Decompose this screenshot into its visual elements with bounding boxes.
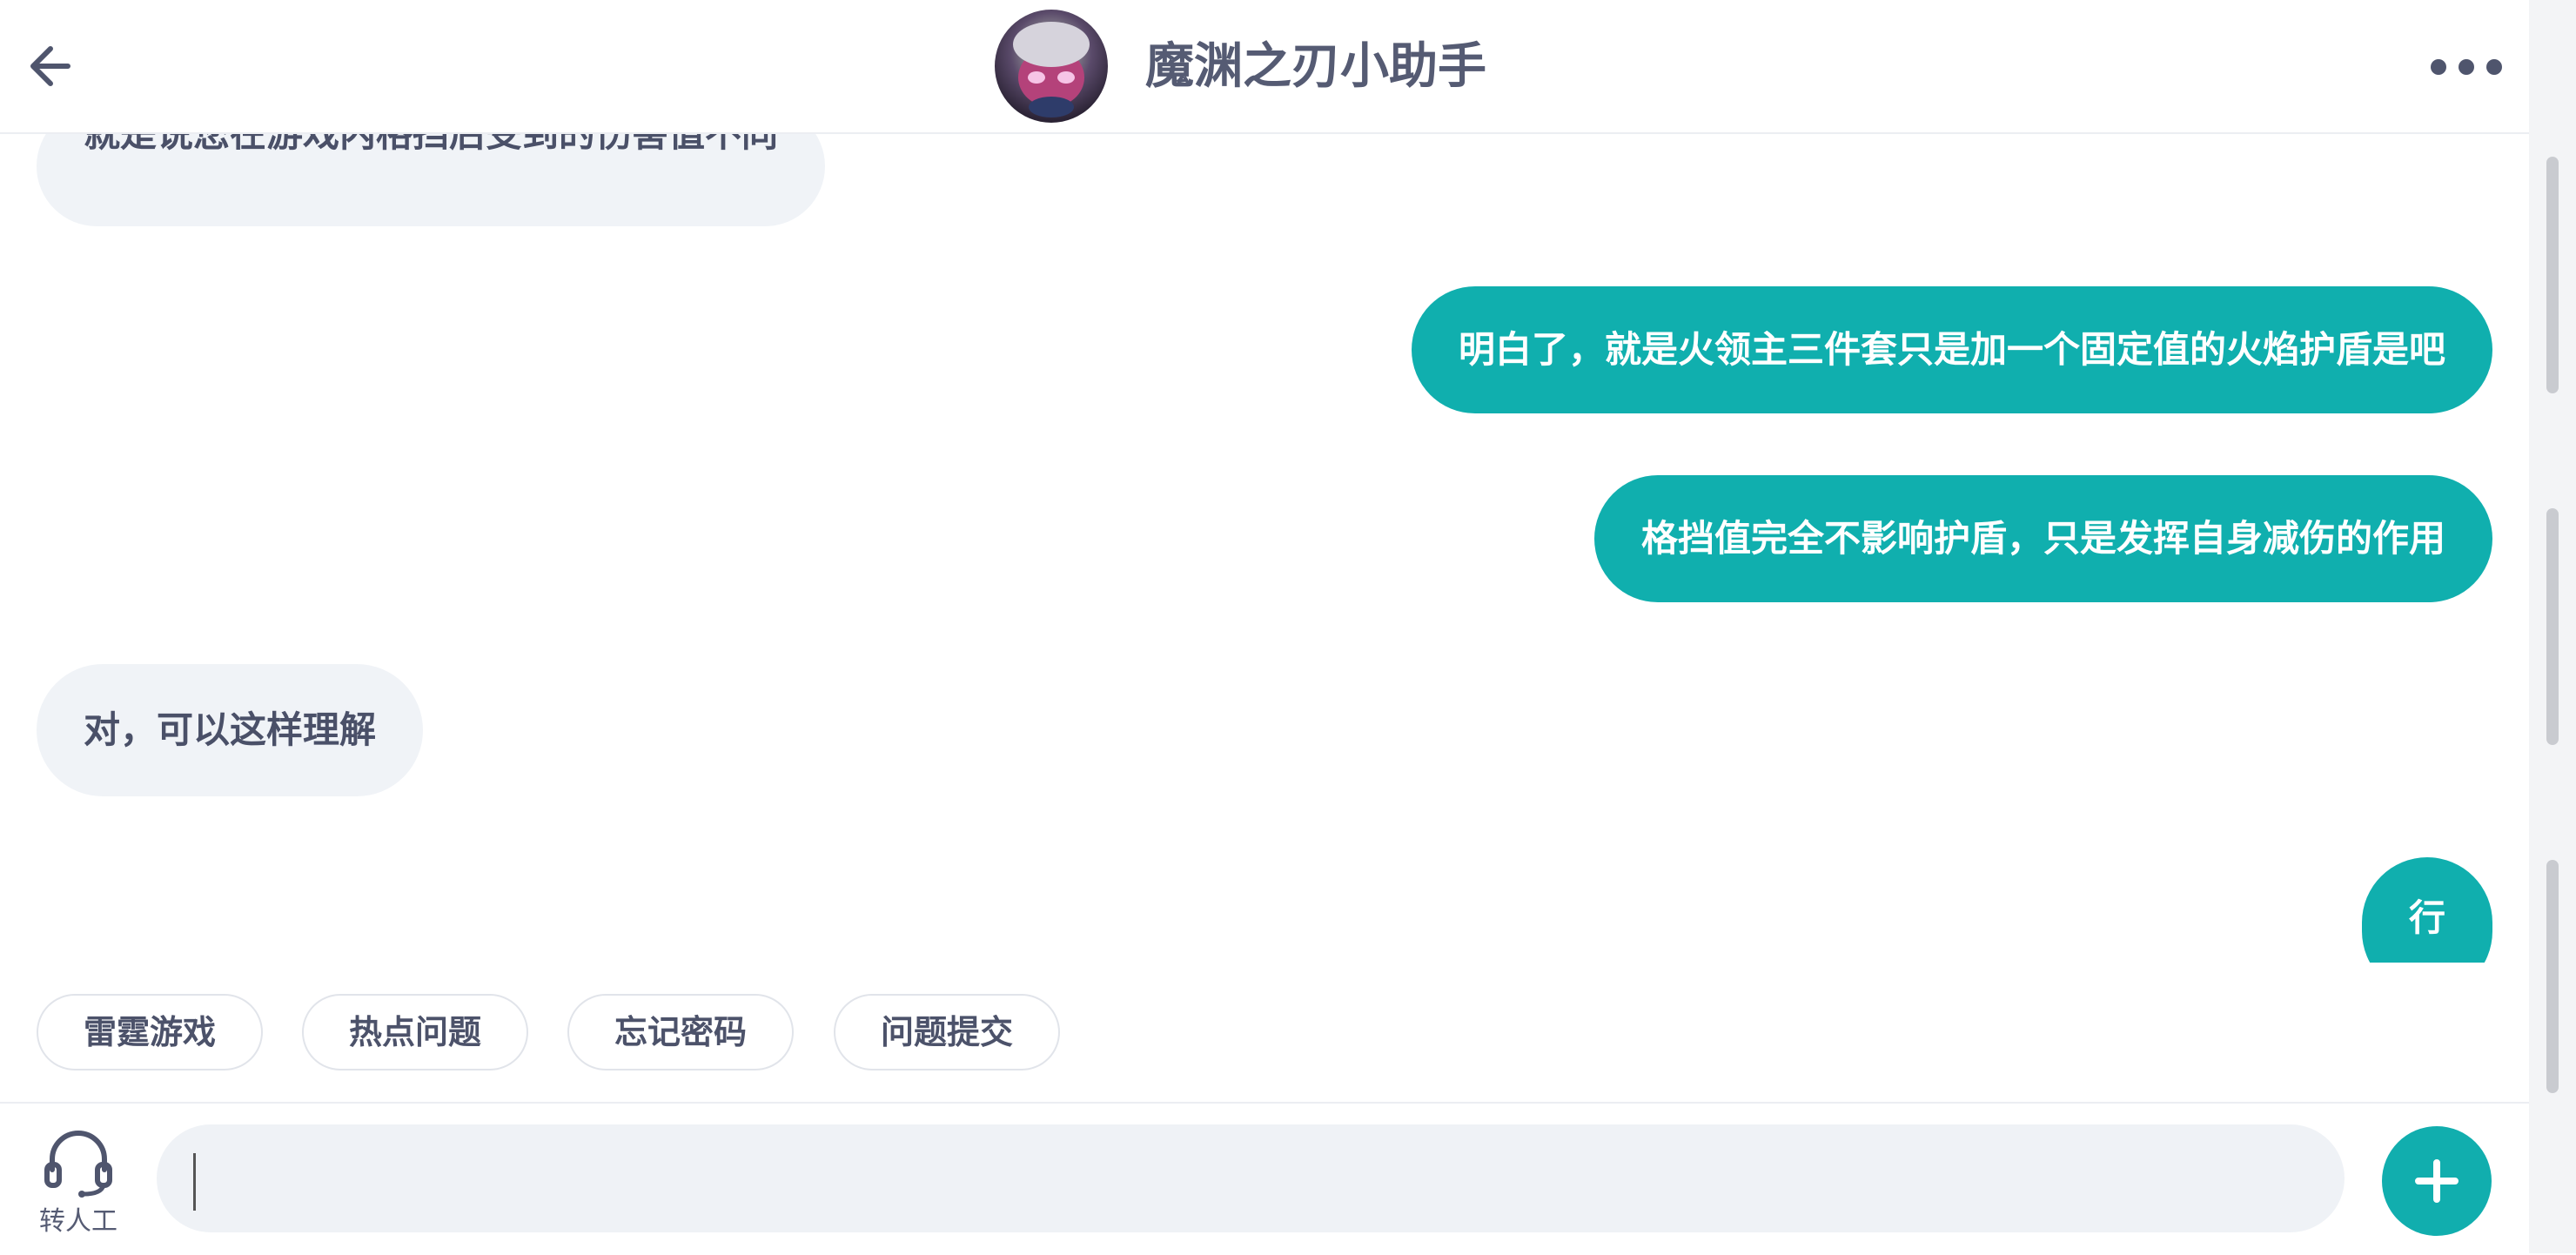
message-list: 就是说您在游戏内格挡后受到的伤害值不同 明白了，就是火领主三件套只是加一个固定值…: [0, 132, 2529, 963]
assistant-avatar: [995, 10, 1108, 123]
user-message: 明白了，就是火领主三件套只是加一个固定值的火焰护盾是吧: [1411, 286, 2492, 413]
back-button[interactable]: [23, 35, 85, 97]
bot-message: 就是说您在游戏内格挡后受到的伤害值不同: [37, 132, 826, 226]
input-bar: 转人工: [0, 1102, 2529, 1255]
arrow-left-icon: [30, 46, 70, 86]
quick-reply-chip[interactable]: 问题提交: [834, 994, 1060, 1070]
quick-reply-chip[interactable]: 雷霆游戏: [37, 994, 263, 1070]
scrollbar-thumb[interactable]: [2546, 157, 2559, 393]
message-input[interactable]: [157, 1124, 2345, 1232]
quick-reply-chip[interactable]: 忘记密码: [567, 994, 794, 1070]
page-title: 魔渊之刃小助手: [1145, 37, 1486, 95]
scrollbar-thumb[interactable]: [2546, 508, 2559, 745]
quick-replies: 雷霆游戏 热点问题 忘记密码 问题提交: [0, 983, 2529, 1076]
chat-header: 魔渊之刃小助手: [0, 0, 2529, 134]
more-horizontal-icon: [2431, 59, 2502, 75]
user-message: 行: [2362, 857, 2492, 963]
scrollbar-thumb[interactable]: [2546, 860, 2559, 1093]
headset-icon: [44, 1131, 112, 1198]
more-options-button[interactable]: [2428, 48, 2505, 86]
bot-message: 对，可以这样理解: [37, 664, 424, 796]
quick-reply-chip[interactable]: 热点问题: [302, 994, 528, 1070]
transfer-to-agent-button[interactable]: 转人工: [26, 1128, 131, 1237]
transfer-to-agent-label: 转人工: [39, 1206, 117, 1237]
plus-icon: [2415, 1159, 2459, 1203]
text-cursor: [193, 1153, 196, 1211]
user-message: 格挡值完全不影响护盾，只是发挥自身减伤的作用: [1593, 475, 2492, 602]
add-attachment-button[interactable]: [2382, 1126, 2492, 1236]
